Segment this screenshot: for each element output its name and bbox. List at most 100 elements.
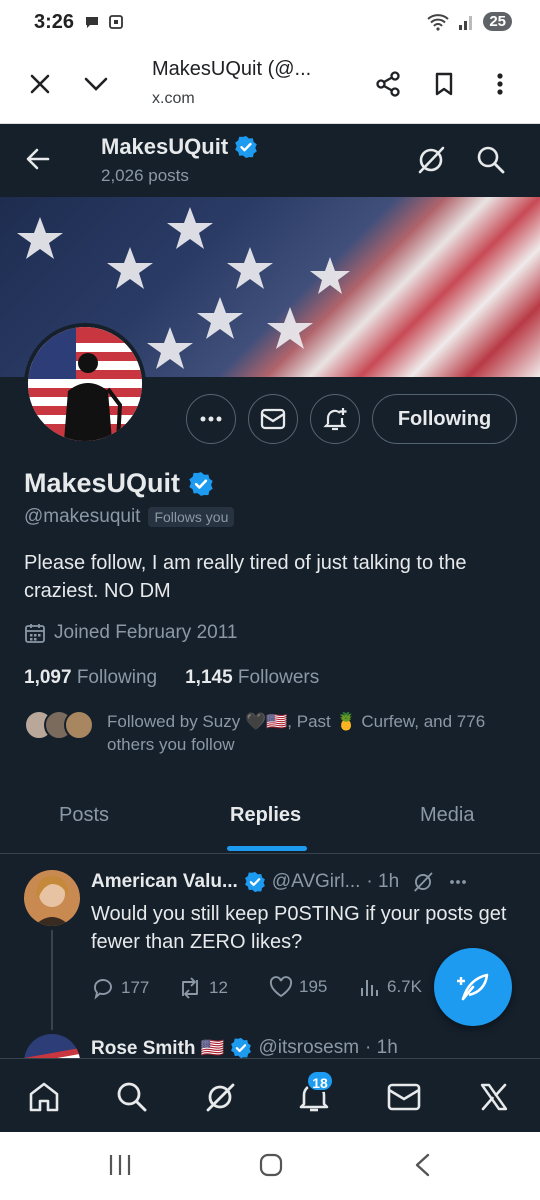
more-horizontal-icon[interactable]	[447, 879, 469, 885]
followed-by-avatars[interactable]	[24, 708, 96, 742]
following-count-link[interactable]: 1,097 Following	[24, 667, 157, 689]
repost-count: 12	[209, 978, 228, 997]
thread-line	[51, 930, 53, 1030]
tweet-actions: 177 12 195 6.7K	[91, 976, 491, 1002]
avatar-image	[28, 327, 142, 441]
tweet-author-handle[interactable]: @AVGirl...	[272, 871, 361, 893]
bottom-navigation	[0, 1058, 540, 1132]
back-arrow-icon[interactable]	[22, 143, 54, 175]
like-count: 195	[299, 977, 328, 996]
joined-date: Joined February 2011	[54, 622, 238, 643]
views-chart-icon	[361, 980, 378, 996]
followers-label: Followers	[237, 667, 320, 688]
more-options-button[interactable]	[186, 394, 236, 444]
share-icon	[376, 71, 400, 97]
tweet-author-name[interactable]: Rose Smith 🇺🇸	[91, 1036, 224, 1060]
follows-you-badge: Follows you	[148, 507, 235, 527]
tweet-header: American Valu... @AVGirl... · 1h	[91, 870, 469, 894]
calendar-icon	[25, 624, 45, 643]
envelope-icon	[387, 1083, 421, 1111]
followers-count-link[interactable]: 1,145 Followers	[185, 667, 319, 689]
reply-icon	[94, 979, 112, 1000]
tweet-header: Rose Smith 🇺🇸 @itsrosesm · 1h	[91, 1036, 398, 1060]
wifi-icon	[427, 13, 449, 31]
repost-icon	[182, 977, 198, 999]
close-icon	[30, 74, 50, 94]
home-button-icon[interactable]	[258, 1152, 284, 1178]
following-button[interactable]: Following	[372, 394, 517, 444]
more-menu-button[interactable]	[482, 66, 518, 102]
browser-page-title: MakesUQuit (@...	[152, 58, 312, 80]
tab-replies[interactable]: Replies	[230, 804, 301, 827]
heart-icon	[269, 976, 293, 998]
tab-media[interactable]: Media	[420, 804, 474, 827]
bookmark-icon	[435, 72, 453, 96]
profile-bio: Please follow, I am really tired of just…	[24, 552, 467, 602]
browser-toolbar: MakesUQuit (@... x.com	[0, 46, 540, 124]
envelope-icon	[260, 408, 286, 430]
following-count: 1,097	[24, 667, 72, 688]
reply-button[interactable]: 177	[91, 976, 149, 1000]
followers-count: 1,145	[185, 667, 233, 688]
grok-icon	[206, 1083, 235, 1112]
grok-icon[interactable]	[414, 143, 448, 177]
search-icon[interactable]	[474, 143, 508, 177]
message-button[interactable]	[248, 394, 298, 444]
profile-avatar[interactable]	[24, 323, 146, 445]
x-logo-icon	[480, 1083, 508, 1111]
status-bar: 3:26 25	[0, 0, 540, 46]
verified-badge-icon	[231, 1037, 252, 1059]
nav-search[interactable]	[112, 1077, 152, 1117]
system-navigation-bar	[0, 1132, 540, 1200]
back-button-icon[interactable]	[412, 1152, 434, 1178]
followed-by-text[interactable]: Followed by Suzy 🖤🇺🇸, Past 🍍 Curfew, and…	[107, 710, 527, 756]
following-label: Following	[76, 667, 158, 688]
screenshot-icon	[109, 15, 123, 29]
battery-level: 25	[483, 12, 512, 31]
recent-apps-icon[interactable]	[108, 1152, 132, 1178]
chevron-down-icon	[84, 77, 108, 91]
status-time: 3:26	[34, 11, 75, 33]
grok-icon[interactable]	[411, 870, 435, 894]
verified-badge-icon	[244, 871, 265, 893]
author-photo	[24, 870, 80, 926]
share-button[interactable]	[370, 66, 406, 102]
search-icon	[117, 1082, 147, 1112]
profile-header: MakesUQuit 2,026 posts	[0, 125, 540, 197]
tweet-time: · 1h	[365, 1037, 398, 1058]
notify-button[interactable]	[310, 394, 360, 444]
tab-posts[interactable]: Posts	[59, 804, 109, 827]
tweet-author-handle[interactable]: @itsrosesm	[258, 1037, 359, 1059]
bell-plus-icon	[323, 408, 347, 431]
views-button[interactable]: 6.7K	[359, 976, 422, 998]
nav-grok[interactable]	[200, 1077, 240, 1117]
profile-display-name: MakesUQuit	[24, 468, 181, 498]
repost-button[interactable]: 12	[177, 976, 228, 1000]
view-count: 6.7K	[387, 977, 422, 996]
follower-avatar	[64, 710, 94, 740]
tweet-author-avatar[interactable]	[24, 870, 80, 926]
more-horizontal-icon	[200, 416, 222, 422]
header-posts-count: 2,026 posts	[101, 166, 189, 185]
active-tab-indicator	[227, 846, 307, 851]
reply-count: 177	[121, 978, 150, 997]
more-vertical-icon	[497, 73, 503, 95]
minimize-tab-button[interactable]	[78, 66, 114, 102]
nav-x-premium[interactable]	[474, 1077, 514, 1117]
header-display-name: MakesUQuit	[101, 134, 229, 159]
like-button[interactable]: 195	[269, 976, 327, 998]
compose-post-button[interactable]	[434, 948, 512, 1026]
verified-badge-icon	[235, 136, 257, 158]
verified-badge-icon	[189, 471, 213, 496]
close-tab-button[interactable]	[22, 66, 58, 102]
chat-bubble-icon	[86, 17, 98, 28]
nav-messages[interactable]	[384, 1077, 424, 1117]
tweet-text[interactable]: Would you still keep P0STING if your pos…	[91, 900, 521, 956]
home-icon	[29, 1082, 59, 1112]
bookmark-button[interactable]	[426, 66, 462, 102]
notifications-badge: 18	[306, 1070, 334, 1092]
tweet-time: · 1h	[366, 871, 400, 892]
tweet-author-name[interactable]: American Valu...	[91, 871, 238, 893]
nav-home[interactable]	[24, 1077, 64, 1117]
browser-url: x.com	[152, 90, 195, 107]
